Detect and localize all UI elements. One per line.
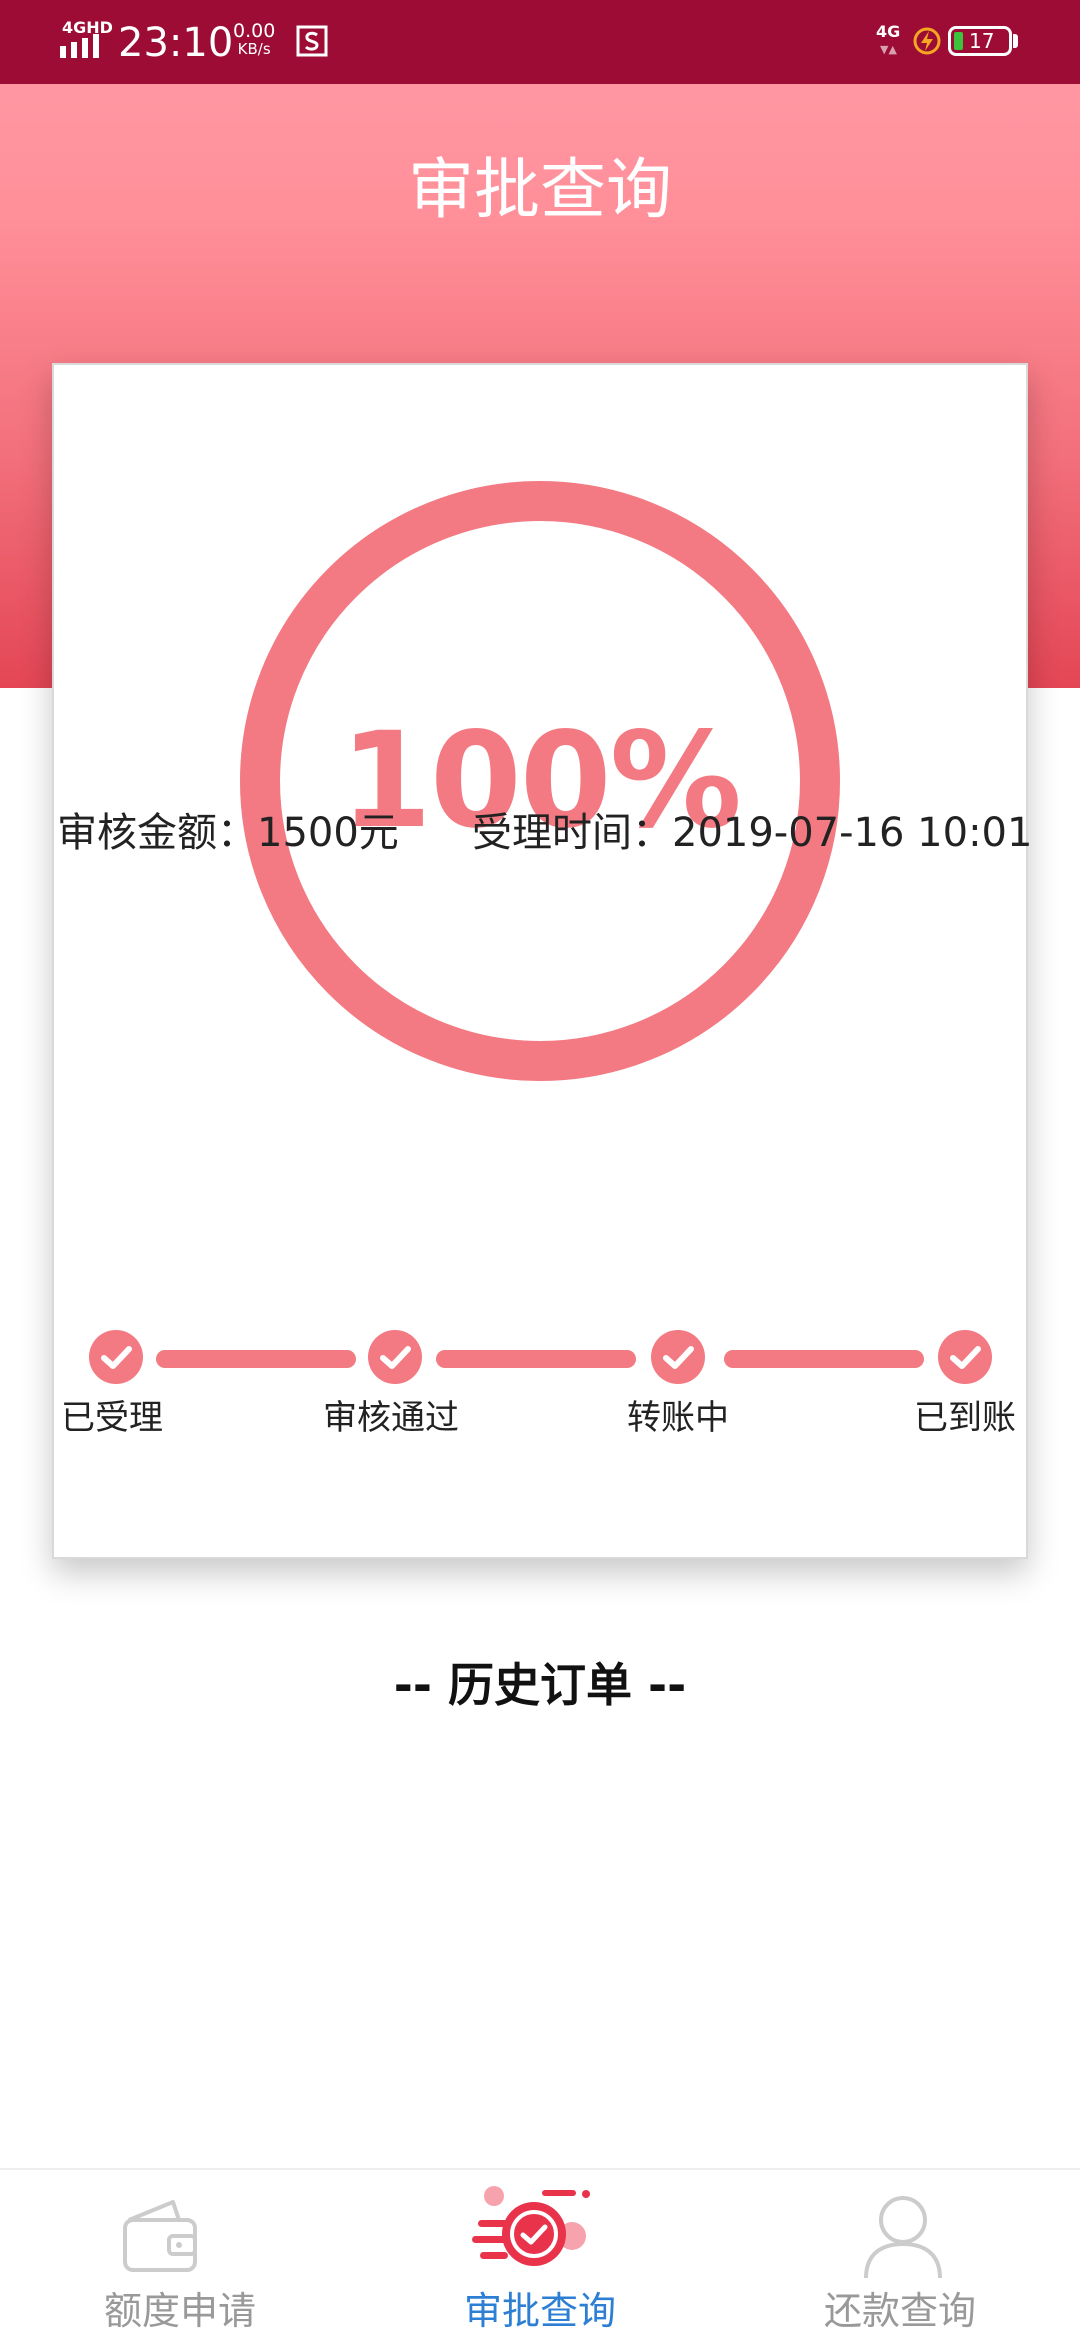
battery-icon: 17 [948,26,1012,56]
status-bar: 4GHD 23:10 0.00 KB/s 4G ▼▲ 17 [0,0,1080,84]
status-time: 23:10 [118,20,234,66]
tab-credit-apply[interactable]: 额度申请 [0,2170,360,2340]
history-orders-title: -- 历史订单 -- [393,1658,687,1712]
step-connector [156,1350,356,1368]
network-speed: 0.00 KB/s [233,20,276,58]
notification-app-icon [296,25,328,57]
tab-label: 额度申请 [103,2289,256,2333]
step-label: 转账中 [627,1398,729,1438]
step-check-icon [938,1330,992,1384]
tab-label: 还款查询 [823,2289,976,2333]
battery-fill [954,32,963,50]
step-label: 已受理 [61,1398,163,1438]
step-connector [724,1350,924,1368]
network-speed-unit: KB/s [237,40,271,58]
tab-label: 审批查询 [463,2289,616,2333]
approval-check-icon [472,2186,590,2266]
progress-steps: 已受理 审核通过 转账中 已到账 [0,1320,1080,1440]
approved-amount: 审核金额：1500元 [57,810,399,856]
battery-level: 17 [969,29,995,53]
wallet-icon [123,2200,197,2272]
mobile-data-label: 4G [876,22,901,41]
step-label: 已到账 [914,1398,1016,1438]
network-speed-value: 0.00 [233,20,276,42]
charging-icon [913,27,941,55]
page-title: 审批查询 [408,151,672,228]
network-type-label: 4GHD [62,18,113,37]
tab-repayment-query[interactable]: 还款查询 [720,2170,1080,2340]
step-label: 审核通过 [323,1398,459,1438]
step-check-icon [651,1330,705,1384]
step-check-icon [89,1330,143,1384]
bottom-tab-bar: 额度申请 审批查询 还款查询 [0,2168,1080,2340]
data-activity-icon: ▼▲ [880,43,897,56]
step-check-icon [368,1330,422,1384]
step-connector [436,1350,636,1368]
progress-percent: 100% [340,704,742,858]
accept-time: 受理时间：2019-07-16 10:01 [472,810,1033,856]
user-icon [864,2196,942,2279]
tab-approval-query[interactable]: 审批查询 [360,2170,720,2340]
battery-cap [1013,34,1018,48]
